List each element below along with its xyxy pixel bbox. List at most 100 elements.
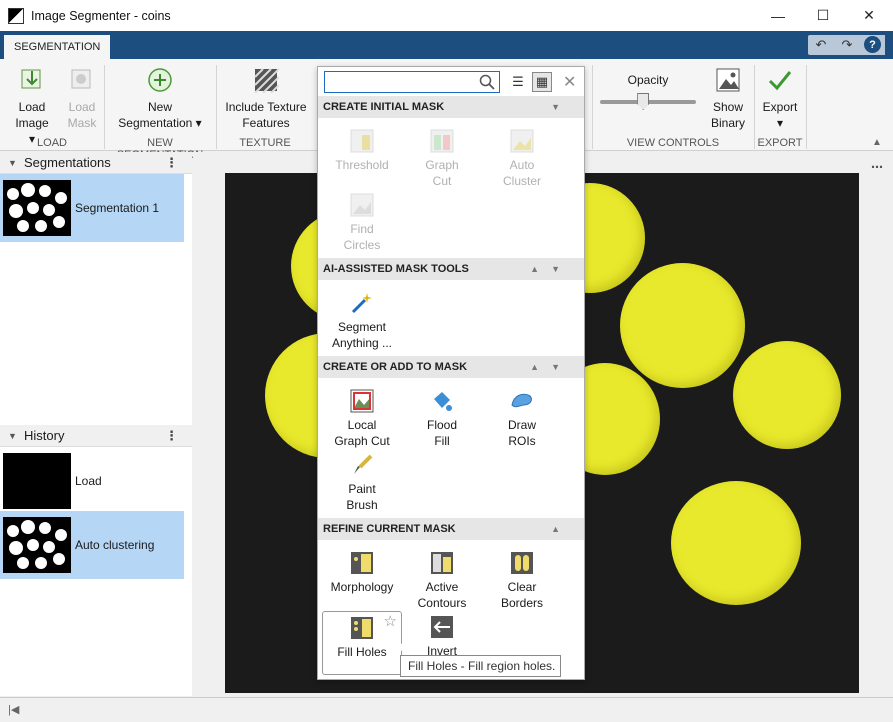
- load-image-label-1: Load: [18, 100, 46, 114]
- auto-cluster-icon: [510, 129, 534, 153]
- paint-brush-tool[interactable]: Paint Brush: [322, 453, 402, 513]
- section-label-load: LOAD: [37, 137, 67, 149]
- section-label-export: EXPORT: [757, 137, 803, 149]
- title-bar: Image Segmenter - coins — ☐ ✕: [0, 0, 893, 31]
- collapse-caret-icon[interactable]: ▼: [8, 158, 24, 168]
- new-segmentation-button[interactable]: New Segmentation ▾: [112, 67, 208, 131]
- collapse-toolstrip-icon[interactable]: ▲: [872, 137, 882, 148]
- show-binary-button[interactable]: Show Binary: [708, 67, 748, 131]
- grid-view-icon[interactable]: ▦: [532, 72, 552, 92]
- segmentations-title: Segmentations: [24, 155, 111, 170]
- threshold-icon: [350, 129, 374, 153]
- show-binary-label-1: Show: [712, 100, 744, 114]
- segmentations-list: Segmentation 1: [0, 174, 192, 425]
- active-contours-tool[interactable]: Active Contours: [402, 551, 482, 611]
- coin-region: [733, 341, 841, 449]
- show-binary-icon: [715, 67, 741, 93]
- flood-fill-tool[interactable]: Flood Fill: [402, 389, 482, 449]
- section-label-texture: TEXTURE: [239, 137, 291, 149]
- export-label-1: Export: [762, 100, 798, 114]
- coin-region: [671, 481, 801, 605]
- graph-cut-icon: [430, 129, 454, 153]
- collapse-icon[interactable]: ▼: [551, 96, 572, 118]
- more-options-icon[interactable]: ⋮: [165, 155, 178, 171]
- segmentations-panel-header[interactable]: ▼ Segmentations ⋮: [0, 152, 192, 174]
- favorite-star-icon[interactable]: ☆: [384, 614, 397, 630]
- export-button[interactable]: Export ▾: [760, 67, 800, 131]
- help-icon[interactable]: ?: [864, 36, 881, 53]
- opacity-control: Opacity: [600, 72, 696, 88]
- coin-region: [620, 263, 745, 388]
- checkmark-icon: [767, 67, 793, 93]
- auto-cluster-tool: Auto Cluster: [482, 129, 562, 189]
- morphology-tool[interactable]: Morphology: [322, 551, 402, 595]
- local-graph-cut-tool[interactable]: Local Graph Cut: [322, 389, 402, 449]
- load-mask-label-2: Mask: [67, 116, 97, 130]
- load-mask-button[interactable]: Load Mask: [62, 67, 102, 131]
- more-options-icon[interactable]: ⋮: [165, 428, 178, 444]
- category-create-or-add-to-mask[interactable]: CREATE OR ADD TO MASK ▲▼: [318, 356, 584, 378]
- list-item[interactable]: Auto clustering: [0, 511, 184, 579]
- undo-icon[interactable]: ↶: [808, 35, 834, 55]
- section-label-view-controls: VIEW CONTROLS: [626, 137, 720, 149]
- draw-rois-tool[interactable]: Draw ROIs: [482, 389, 562, 449]
- export-label-2: ▾: [776, 116, 784, 130]
- history-thumbnail: [3, 517, 71, 573]
- reorder-icon[interactable]: ▲▼: [530, 258, 572, 280]
- new-segmentation-label-2: Segmentation ▾: [118, 116, 202, 130]
- history-list: Load Auto clustering: [0, 447, 192, 696]
- segment-anything-tool[interactable]: Segment Anything ...: [322, 291, 402, 351]
- segmentation-label: Segmentation 1: [75, 201, 160, 215]
- reorder-icon[interactable]: ▲▼: [530, 356, 572, 378]
- new-segmentation-label-1: New: [147, 100, 172, 114]
- texture-icon: [253, 67, 279, 93]
- maximize-button[interactable]: ☐: [800, 0, 846, 31]
- draw-roi-icon: [510, 389, 534, 413]
- app-icon: [8, 7, 24, 24]
- category-create-initial-mask[interactable]: CREATE INITIAL MASK ▼: [318, 96, 584, 118]
- include-texture-features-button[interactable]: Include Texture Features: [222, 67, 310, 131]
- find-circles-icon: [350, 193, 374, 217]
- paint-bucket-icon: [430, 389, 454, 413]
- history-thumbnail: [3, 453, 71, 509]
- redo-icon[interactable]: ↷: [834, 35, 860, 55]
- show-binary-label-2: Binary: [710, 116, 745, 130]
- category-ai-assisted-mask-tools[interactable]: AI-ASSISTED MASK TOOLS ▲▼: [318, 258, 584, 280]
- minimize-button[interactable]: —: [755, 0, 801, 31]
- separator: [806, 65, 807, 149]
- history-label: Load: [75, 474, 102, 488]
- scroll-start-icon[interactable]: |◀: [8, 703, 19, 716]
- list-item[interactable]: Load: [0, 447, 184, 515]
- list-view-icon[interactable]: ☰: [508, 72, 528, 92]
- fill-holes-tooltip: Fill Holes - Fill region holes.: [400, 655, 561, 677]
- opacity-label: Opacity: [627, 73, 669, 87]
- invert-icon: [430, 615, 454, 639]
- list-item[interactable]: Segmentation 1: [0, 174, 184, 242]
- fill-holes-icon: [350, 616, 374, 640]
- more-options-icon[interactable]: ⋯: [871, 160, 883, 174]
- close-icon[interactable]: ✕: [563, 72, 576, 92]
- magic-wand-icon: [350, 291, 374, 315]
- morphology-icon: [350, 551, 374, 575]
- gallery-search-input[interactable]: [324, 71, 500, 93]
- move-up-icon[interactable]: ▲: [551, 518, 572, 540]
- texture-label-1: Include Texture: [225, 100, 307, 114]
- texture-label-2: Features: [242, 116, 290, 130]
- clear-borders-tool[interactable]: Clear Borders: [482, 551, 562, 611]
- status-bar: |◀: [0, 697, 893, 722]
- search-icon: [479, 74, 495, 90]
- history-panel-header[interactable]: ▼ History ⋮: [0, 425, 192, 447]
- threshold-tool: Threshold: [322, 129, 402, 173]
- collapse-caret-icon[interactable]: ▼: [8, 431, 24, 441]
- load-mask-icon: [69, 67, 95, 93]
- ribbon-tabstrip: SEGMENTATION ↶ ↷ ?: [0, 31, 893, 59]
- load-image-button[interactable]: Load Image ▾: [12, 67, 52, 147]
- history-label: Auto clustering: [75, 538, 155, 552]
- category-refine-current-mask[interactable]: REFINE CURRENT MASK ▲: [318, 518, 584, 540]
- invert-tool[interactable]: Invert: [402, 615, 482, 659]
- close-window-button[interactable]: ✕: [846, 0, 892, 31]
- load-mask-label-1: Load: [68, 100, 96, 114]
- tab-segmentation[interactable]: SEGMENTATION: [4, 35, 111, 59]
- clear-borders-icon: [510, 551, 534, 575]
- opacity-slider-thumb[interactable]: [637, 93, 650, 110]
